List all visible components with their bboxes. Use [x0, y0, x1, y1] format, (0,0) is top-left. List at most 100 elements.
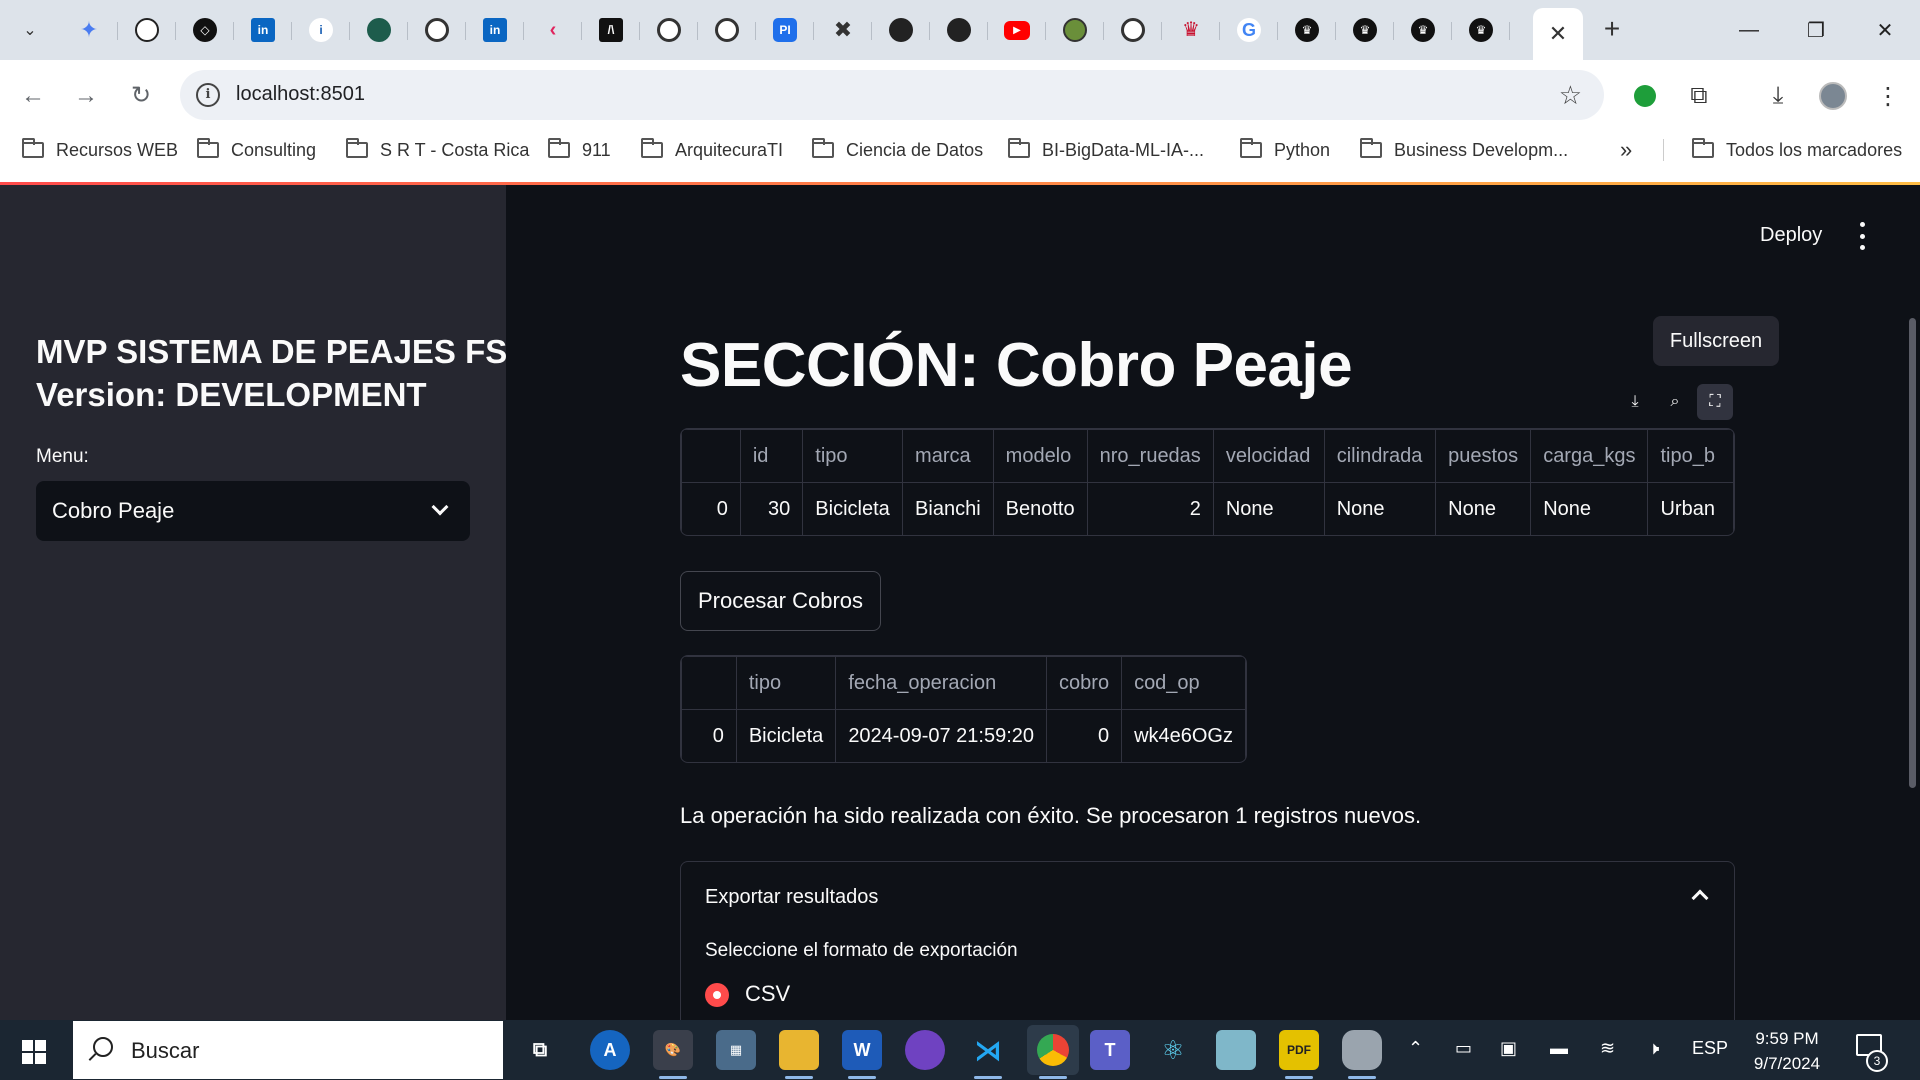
- tab[interactable]: [698, 10, 756, 50]
- url-text[interactable]: localhost:8501: [236, 83, 365, 106]
- search-icon[interactable]: ⌕: [1657, 384, 1693, 420]
- table-cell[interactable]: 2024-09-07 21:59:20: [835, 709, 1048, 762]
- tab-search-button[interactable]: ⌄: [10, 12, 50, 48]
- table-cell[interactable]: wk4e6OGz: [1121, 709, 1246, 762]
- calculator-icon[interactable]: ▦: [716, 1030, 756, 1070]
- tab[interactable]: ♛: [1394, 10, 1452, 50]
- tab[interactable]: ▶: [988, 10, 1046, 50]
- tab[interactable]: [640, 10, 698, 50]
- tab[interactable]: /\: [582, 10, 640, 50]
- restore-button[interactable]: ❐: [1791, 10, 1841, 50]
- tab[interactable]: [408, 10, 466, 50]
- table-cell[interactable]: None: [1435, 482, 1532, 535]
- teams-icon[interactable]: T: [1090, 1030, 1130, 1070]
- pdf-icon[interactable]: PDF: [1279, 1030, 1319, 1070]
- column-header[interactable]: [681, 429, 741, 483]
- table-cell[interactable]: Benotto: [992, 482, 1088, 535]
- table-cell[interactable]: 30: [739, 482, 804, 535]
- volume-icon[interactable]: 🕨: [1648, 1038, 1659, 1059]
- back-button[interactable]: ←: [15, 78, 51, 114]
- column-header[interactable]: velocidad: [1212, 429, 1325, 483]
- tab[interactable]: PI: [756, 10, 814, 50]
- display-icon[interactable]: ▣: [1500, 1038, 1517, 1059]
- table-cell[interactable]: Bicicleta: [735, 709, 837, 762]
- all-bookmarks-folder[interactable]: Todos los marcadores: [1692, 138, 1902, 162]
- close-window-button[interactable]: ✕: [1860, 10, 1910, 50]
- notepad-icon[interactable]: [1216, 1030, 1256, 1070]
- deploy-button[interactable]: Deploy: [1760, 224, 1822, 247]
- vehicles-dataframe[interactable]: id tipo marca modelo nro_ruedas velocida…: [680, 428, 1735, 536]
- battery-icon[interactable]: ▬: [1550, 1038, 1568, 1059]
- minimize-button[interactable]: —: [1724, 10, 1774, 50]
- bookmark-folder[interactable]: BI-BigData-ML-IA-...: [1008, 138, 1204, 162]
- database-icon[interactable]: [1342, 1030, 1382, 1070]
- table-cell[interactable]: Bicicleta: [802, 482, 904, 535]
- extensions-puzzle-icon[interactable]: ⧉: [1681, 78, 1717, 114]
- chevron-up-icon[interactable]: [1691, 889, 1709, 907]
- column-header[interactable]: modelo: [992, 429, 1088, 483]
- wifi-icon[interactable]: ≋: [1600, 1038, 1615, 1059]
- tab[interactable]: [1104, 10, 1162, 50]
- column-header[interactable]: nro_ruedas: [1086, 429, 1214, 483]
- column-header[interactable]: tipo_b: [1647, 429, 1734, 483]
- bookmark-folder[interactable]: Python: [1240, 138, 1330, 162]
- tab[interactable]: [1046, 10, 1104, 50]
- radio-csv[interactable]: [705, 983, 729, 1007]
- react-icon[interactable]: ⚛: [1153, 1030, 1193, 1070]
- github-desktop-icon[interactable]: [905, 1030, 945, 1070]
- bookmark-folder[interactable]: Recursos WEB: [22, 138, 178, 162]
- column-header[interactable]: cobro: [1046, 656, 1123, 710]
- start-button[interactable]: [22, 1040, 46, 1064]
- reload-button[interactable]: ↻: [123, 78, 159, 114]
- taskbar-search[interactable]: Buscar: [73, 1021, 503, 1079]
- active-tab-close-button[interactable]: ✕: [1533, 8, 1583, 60]
- table-cell[interactable]: Urban: [1647, 482, 1734, 535]
- table-cell[interactable]: None: [1212, 482, 1325, 535]
- scrollbar[interactable]: [1909, 318, 1916, 788]
- extension-green-icon[interactable]: [1627, 78, 1663, 114]
- address-bar[interactable]: i localhost:8501 ☆: [180, 70, 1604, 120]
- column-header[interactable]: [681, 656, 737, 710]
- clock[interactable]: 9:59 PM 9/7/2024: [1740, 1026, 1834, 1076]
- app-menu-icon[interactable]: [1856, 222, 1868, 250]
- bookmark-folder[interactable]: Ciencia de Datos: [812, 138, 983, 162]
- table-cell[interactable]: 0: [1046, 709, 1123, 762]
- new-tab-button[interactable]: +: [1594, 14, 1630, 46]
- language-indicator[interactable]: ESP: [1692, 1038, 1728, 1059]
- table-cell[interactable]: 2: [1086, 482, 1214, 535]
- expander-header[interactable]: Exportar resultados: [705, 886, 878, 909]
- tab[interactable]: ♛: [1278, 10, 1336, 50]
- column-header[interactable]: carga_kgs: [1530, 429, 1649, 483]
- column-header[interactable]: puestos: [1435, 429, 1532, 483]
- column-header[interactable]: marca: [902, 429, 994, 483]
- tab[interactable]: ✦: [60, 10, 118, 50]
- bookmark-folder[interactable]: S R T - Costa Rica: [346, 138, 529, 162]
- browser-menu-icon[interactable]: ⋮: [1870, 78, 1906, 114]
- tab[interactable]: ♛: [1452, 10, 1510, 50]
- bookmark-folder[interactable]: Consulting: [197, 138, 316, 162]
- bookmark-folder[interactable]: 911: [548, 138, 611, 162]
- table-cell[interactable]: None: [1530, 482, 1649, 535]
- site-info-icon[interactable]: i: [196, 83, 220, 107]
- tab[interactable]: ♛: [1162, 10, 1220, 50]
- paint-icon[interactable]: 🎨: [653, 1030, 693, 1070]
- bookmarks-overflow-button[interactable]: »: [1620, 137, 1632, 162]
- app-store-icon[interactable]: A: [590, 1030, 630, 1070]
- radio-csv-label[interactable]: CSV: [745, 981, 790, 1007]
- table-row[interactable]: 0 30 Bicicleta Bianchi Benotto 2 None No…: [681, 482, 1734, 535]
- tab[interactable]: in: [234, 10, 292, 50]
- tab[interactable]: G: [1220, 10, 1278, 50]
- process-charges-button[interactable]: Procesar Cobros: [680, 571, 881, 631]
- tab[interactable]: [118, 10, 176, 50]
- tab[interactable]: in: [466, 10, 524, 50]
- download-icon[interactable]: ⤓: [1617, 384, 1653, 420]
- column-header[interactable]: fecha_operacion: [835, 656, 1048, 710]
- word-icon[interactable]: W: [842, 1030, 882, 1070]
- column-header[interactable]: cilindrada: [1323, 429, 1437, 483]
- table-cell[interactable]: None: [1323, 482, 1437, 535]
- vscode-icon[interactable]: ⋊: [968, 1030, 1008, 1070]
- tray-overflow-icon[interactable]: ⌃: [1408, 1038, 1423, 1059]
- forward-button[interactable]: →: [68, 78, 104, 114]
- tab[interactable]: i: [292, 10, 350, 50]
- tab[interactable]: ‹: [524, 10, 582, 50]
